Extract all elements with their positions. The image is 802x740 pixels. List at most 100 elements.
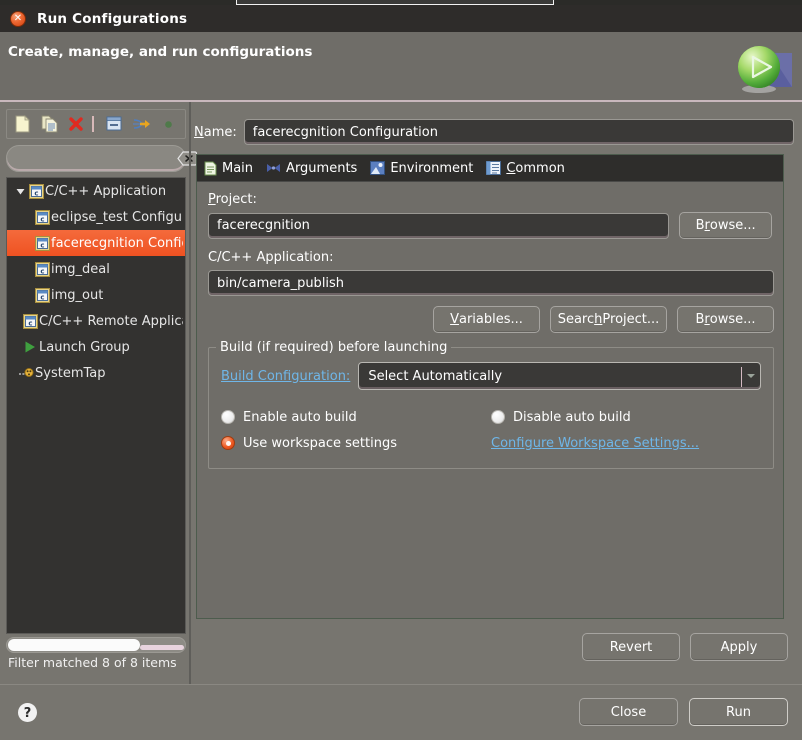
svg-text:c: c (40, 215, 44, 223)
c-application-icon: c (33, 209, 51, 225)
tab-common[interactable]: Common (486, 155, 565, 181)
tree-item-5[interactable]: c C/C++ Remote Applicati (7, 308, 185, 334)
launch-group-icon (21, 340, 39, 354)
tab-main[interactable]: Main (204, 155, 253, 181)
tree-item-1[interactable]: c eclipse_test Configura (7, 204, 185, 230)
build-configuration-combo[interactable]: Select Automatically (358, 362, 761, 390)
scrollbar-thumb[interactable] (8, 639, 140, 651)
build-configuration-link[interactable]: Build Configuration: (221, 369, 350, 384)
project-browse-button[interactable]: Br owse... (679, 212, 772, 239)
apply-button[interactable]: Apply (690, 633, 788, 661)
toolbar-separator (92, 116, 94, 132)
configure-workspace-settings-link[interactable]: Configure Workspace Settings... (491, 436, 699, 451)
build-radio-group: Enable auto build Disable auto build Use… (221, 404, 761, 456)
filter-export-icon[interactable] (129, 112, 153, 136)
tab-label: Environment (390, 160, 474, 176)
collapse-all-icon[interactable] (102, 112, 126, 136)
enable-auto-build-radio[interactable] (221, 410, 235, 424)
run-button[interactable]: Run (689, 698, 788, 726)
name-label-mnemonic: N (194, 124, 204, 140)
variables-button[interactable]: Variables... (433, 306, 540, 333)
tab-label: Arguments (286, 160, 358, 176)
disable-auto-build-option[interactable]: Disable auto build (491, 410, 761, 425)
disable-auto-build-radio[interactable] (491, 410, 505, 424)
main-tab-icon (204, 161, 217, 176)
tree-horizontal-scrollbar[interactable] (6, 637, 186, 653)
tab-label-common: Common (506, 160, 565, 176)
combo-separator (741, 367, 742, 387)
project-label-mnemonic: P (208, 192, 216, 207)
app-browse-pre: B (695, 312, 705, 327)
application-input[interactable]: bin/camera_publish (208, 270, 774, 296)
dot-indicator-icon (156, 112, 180, 136)
help-icon[interactable]: ? (17, 702, 38, 723)
search-project-pre: Searc (557, 312, 595, 327)
tree-item-0[interactable]: c C/C++ Application (7, 178, 185, 204)
chevron-down-icon[interactable] (747, 374, 755, 378)
name-label: Name: (194, 125, 237, 140)
c-application-icon: c (33, 261, 51, 277)
window-titlebar: ✕ Run Configurations (0, 5, 802, 32)
tree-item-7[interactable]: SystemTap (7, 360, 185, 386)
application-value: bin/camera_publish (217, 275, 345, 291)
new-configuration-icon[interactable] (10, 112, 34, 136)
project-value: facerecgnition (217, 218, 310, 233)
arguments-tab-icon (266, 161, 281, 175)
application-buttons-row: Variables... Searc h Project... Br owse... (208, 306, 774, 333)
tree-item-label: img_out (51, 287, 104, 303)
configurations-tree[interactable]: c C/C++ Application c eclipse_test Confi… (6, 177, 186, 634)
browse-rest: owse... (709, 218, 756, 233)
name-input[interactable]: facerecgnition Configuration (243, 119, 794, 145)
configure-workspace-cell: Configure Workspace Settings... (491, 436, 761, 451)
dialog-header: Create, manage, and run configurations (0, 32, 802, 102)
scrollbar-trough[interactable] (140, 645, 184, 650)
variables-rest: ariables... (458, 312, 523, 327)
configuration-tabfolder: Main Arguments Environment Common Projec… (196, 154, 784, 619)
use-workspace-settings-label: Use workspace settings (243, 435, 397, 451)
application-label: C/C++ Application: (208, 250, 334, 265)
filter-search-box[interactable] (6, 145, 197, 172)
tree-item-4[interactable]: c img_out (7, 282, 185, 308)
filter-status-text: Filter matched 8 of 8 items (8, 655, 177, 670)
variables-mnemonic: V (450, 312, 459, 327)
name-label-rest: ame: (203, 124, 237, 140)
expander-expanded-icon[interactable] (13, 187, 27, 196)
delete-configuration-icon[interactable] (64, 112, 88, 136)
project-label: Project: (208, 192, 772, 207)
project-row: facerecgnition Br owse... (208, 212, 772, 239)
build-group-title: Build (if required) before launching (216, 340, 452, 355)
configurations-panel: c C/C++ Application c eclipse_test Confi… (6, 109, 197, 674)
tree-item-label: SystemTap (35, 365, 106, 381)
disable-auto-build-label: Disable auto build (513, 409, 631, 425)
build-radio-row-2: Use workspace settings Configure Workspa… (221, 430, 761, 456)
tab-arguments[interactable]: Arguments (266, 155, 357, 181)
name-row: Name: facerecgnition Configuration (194, 118, 794, 146)
close-icon[interactable]: ✕ (10, 10, 26, 27)
window-title: Run Configurations (37, 10, 188, 27)
run-launch-icon (726, 37, 794, 99)
enable-auto-build-option[interactable]: Enable auto build (221, 410, 491, 425)
close-button[interactable]: Close (579, 698, 678, 726)
project-input[interactable]: facerecgnition (208, 212, 670, 239)
svg-text:c: c (28, 319, 32, 327)
revert-apply-row: Revert Apply (194, 633, 788, 661)
use-workspace-settings-radio[interactable] (221, 436, 235, 450)
application-browse-button[interactable]: Br owse... (677, 306, 774, 333)
tree-item-6[interactable]: Launch Group (7, 334, 185, 360)
build-radio-row-1: Enable auto build Disable auto build (221, 404, 761, 430)
duplicate-configuration-icon[interactable] (37, 112, 61, 136)
tree-item-2[interactable]: c facerecgnition Configu (7, 230, 185, 256)
panel-divider[interactable] (189, 102, 191, 684)
tree-item-label: eclipse_test Configura (51, 209, 183, 225)
browse-prefix: B (695, 218, 705, 233)
build-configuration-row: Build Configuration: Select Automaticall… (221, 362, 761, 390)
tab-environment[interactable]: Environment (370, 155, 473, 181)
revert-button[interactable]: Revert (582, 633, 680, 661)
use-workspace-settings-option[interactable]: Use workspace settings (221, 436, 491, 451)
search-project-mnemonic: h (594, 312, 603, 327)
filter-input[interactable] (7, 150, 177, 167)
tree-item-3[interactable]: c img_deal (7, 256, 185, 282)
systemtap-icon (17, 366, 35, 380)
search-project-button[interactable]: Searc h Project... (550, 306, 667, 333)
tree-item-label: C/C++ Application (45, 183, 167, 199)
